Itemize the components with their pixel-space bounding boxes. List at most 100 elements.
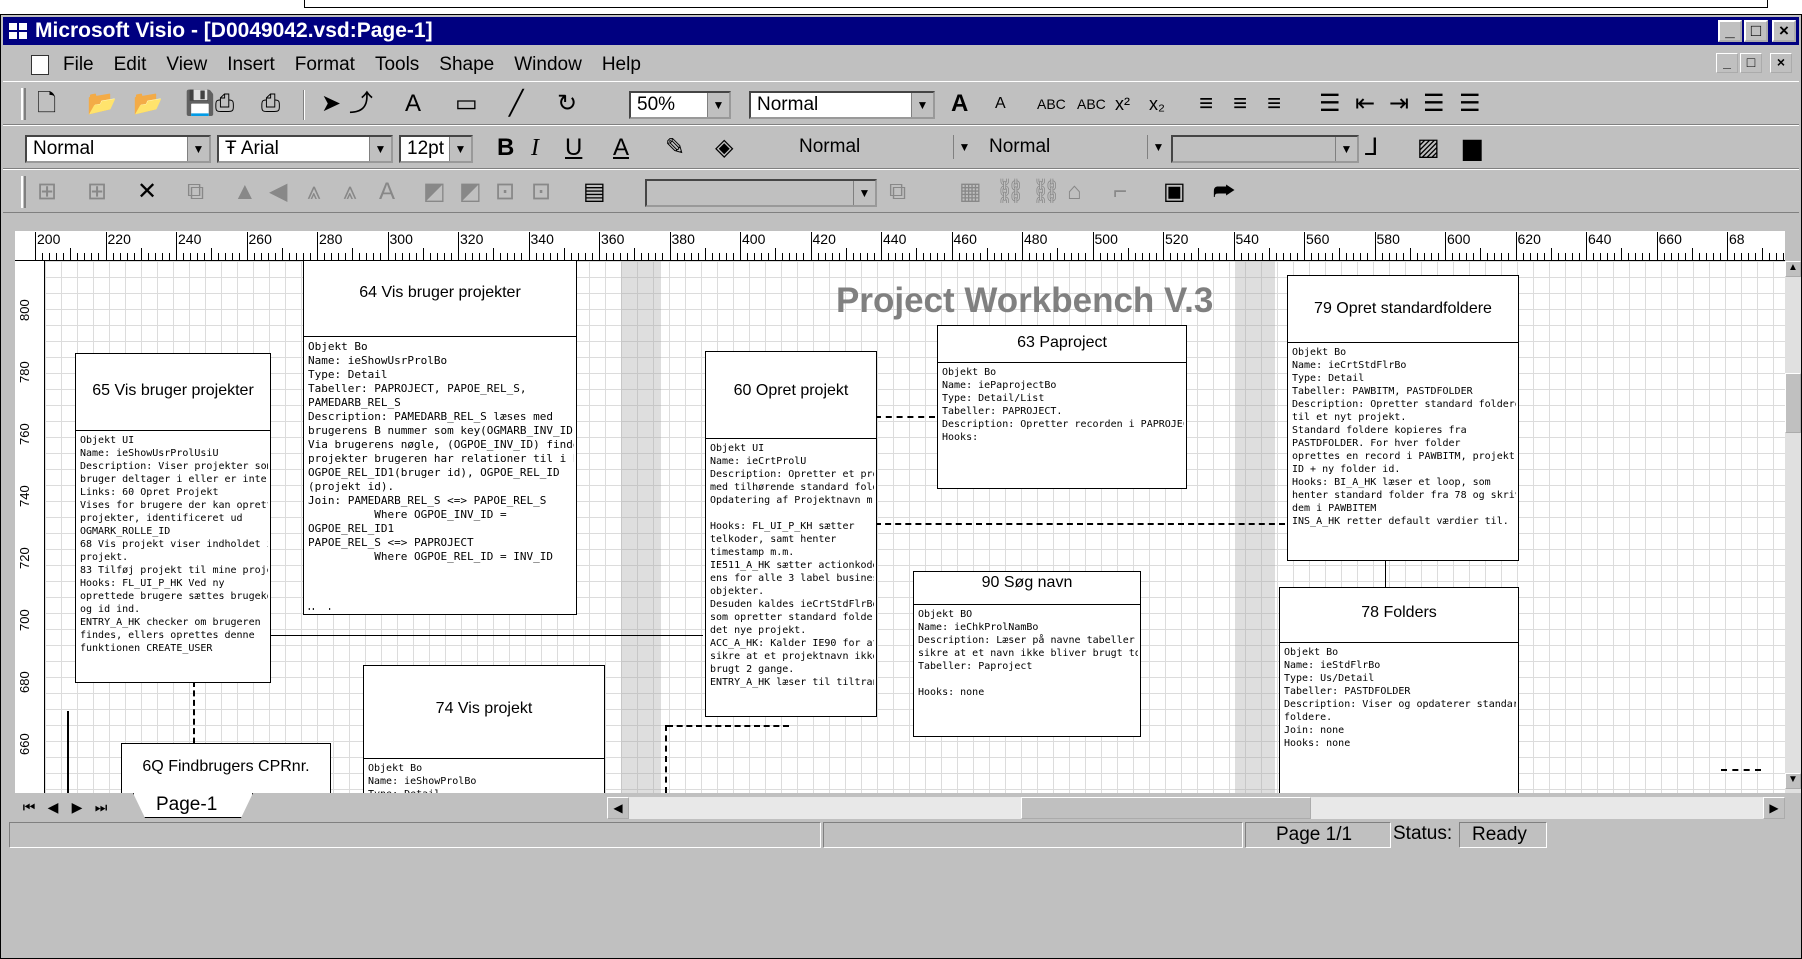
line-color-icon[interactable]: ✎ — [665, 135, 685, 161]
maximize-button[interactable]: □ — [1744, 20, 1768, 42]
box-65-vis-bruger-projekter[interactable]: 65 Vis bruger projekter Objekt UI Name: … — [75, 353, 271, 683]
page-icon[interactable]: ▣ — [1163, 179, 1186, 205]
increase-indent-icon[interactable]: ⇥ — [1389, 91, 1409, 117]
hscroll-thumb[interactable] — [1021, 797, 1311, 819]
box-6q-findbrugers-cprnr[interactable]: 6Q Findbrugers CPRnr. — [121, 743, 331, 793]
toolbar-grip[interactable] — [21, 88, 26, 120]
line-ends-icon[interactable]: ⅃ — [1365, 135, 1378, 161]
fill-color-icon[interactable]: ◈ — [715, 135, 733, 161]
zoom-select[interactable]: 50% ▼ — [629, 91, 731, 119]
align-top-icon[interactable]: ≡ — [1199, 91, 1213, 117]
layout-icon[interactable]: ⧉ — [187, 179, 204, 205]
macro-icon[interactable]: ⛓ — [1031, 179, 1061, 205]
rotate-right-icon[interactable]: ◀ — [269, 179, 287, 205]
box-79-opret-standardfoldere[interactable]: 79 Opret standardfoldere Objekt Bo Name:… — [1287, 275, 1519, 561]
connector-icon[interactable]: ⤴ — [349, 91, 373, 117]
line-icon[interactable]: ╱ — [509, 91, 523, 117]
rotate-icon[interactable]: ↻ — [557, 91, 577, 117]
bring-front-icon[interactable]: ◩ — [423, 179, 446, 205]
new-icon[interactable]: 🗋 — [37, 91, 56, 117]
scroll-up-icon[interactable]: ▲ — [1785, 261, 1801, 277]
properties-icon[interactable]: ▤ — [583, 179, 606, 205]
bold-icon[interactable]: B — [497, 135, 514, 161]
text-style-select[interactable]: Normal ▼ — [25, 135, 211, 163]
increase-font-icon[interactable]: A — [951, 91, 968, 117]
scroll-thumb[interactable] — [1785, 373, 1801, 433]
box-64-vis-bruger-projekter[interactable]: 64 Vis bruger projekter Objekt Bo Name: … — [303, 261, 577, 615]
group-icon[interactable]: ⊡ — [495, 179, 515, 205]
line-spacing-icon[interactable]: ☰ — [1459, 91, 1481, 117]
distribute-icon[interactable]: ⊞ — [87, 179, 107, 205]
flip-vertical-icon[interactable]: ⩓ — [343, 179, 357, 205]
font-color-icon[interactable]: A — [613, 135, 629, 161]
scroll-down-icon[interactable]: ▼ — [1785, 773, 1801, 789]
subscript-icon[interactable]: x₂ — [1149, 91, 1165, 117]
tab-page-1[interactable]: Page-1 — [133, 793, 253, 818]
menu-file[interactable]: File — [63, 54, 94, 76]
align-bottom-icon[interactable]: ≡ — [1267, 91, 1281, 117]
report-icon[interactable]: ▦ — [959, 179, 982, 205]
connect-shapes-icon[interactable]: ✕ — [137, 179, 157, 205]
stencil-icon[interactable]: 📂 — [133, 91, 163, 117]
rotate-left-icon[interactable]: ▲ — [233, 179, 257, 205]
goto-icon[interactable]: ⮫ — [1213, 179, 1235, 205]
box-63-paproject[interactable]: 63 Paproject Objekt Bo Name: iePaproject… — [937, 325, 1187, 489]
small-caps-icon[interactable]: ABC — [1077, 91, 1106, 117]
layer-select[interactable]: ▼ — [645, 179, 877, 207]
scroll-left-icon[interactable]: ◀ — [607, 797, 629, 819]
text-rotate-icon[interactable]: A — [379, 179, 395, 205]
send-back-icon[interactable]: ◩ — [459, 179, 482, 205]
line-jump-icon[interactable]: ⌐ — [1113, 179, 1127, 205]
layer-properties-icon[interactable]: ⧉ — [889, 179, 906, 205]
underline-icon[interactable]: U — [565, 135, 582, 161]
italic-icon[interactable]: I — [531, 135, 539, 161]
doc-restore-button[interactable]: □ — [1740, 53, 1762, 73]
horizontal-scrollbar[interactable]: ◀ ▶ — [607, 797, 1785, 819]
link-icon[interactable]: ⛓ — [995, 179, 1025, 205]
spacing-icon[interactable]: ☰ — [1423, 91, 1445, 117]
align-shapes-icon[interactable]: ⊞ — [37, 179, 57, 205]
menu-tools[interactable]: Tools — [375, 54, 419, 76]
rectangle-icon[interactable]: ▭ — [455, 91, 478, 117]
save-icon[interactable]: 💾 — [185, 91, 215, 117]
menu-view[interactable]: View — [166, 54, 207, 76]
pointer-icon[interactable]: ➤ — [321, 91, 341, 117]
flip-horizontal-icon[interactable]: ⩓ — [307, 179, 321, 205]
shadow-icon[interactable]: ▆ — [1463, 135, 1481, 161]
box-90-sog-navn[interactable]: 90 Søg navn Objekt BO Name: ieChkProlNam… — [913, 571, 1141, 737]
ungroup-icon[interactable]: ⊡ — [531, 179, 551, 205]
stamp-icon[interactable]: ⌂ — [1067, 179, 1082, 205]
menu-help[interactable]: Help — [602, 54, 641, 76]
doc-minimize-button[interactable]: _ — [1716, 53, 1738, 73]
vertical-scrollbar[interactable]: ▲ ▼ — [1785, 261, 1801, 793]
minimize-button[interactable]: _ — [1718, 20, 1742, 42]
menu-shape[interactable]: Shape — [439, 54, 494, 76]
drawing-canvas[interactable]: Project Workbench V.3 64 Vis bruger proj… — [45, 261, 1785, 793]
style-select[interactable]: Normal ▼ — [749, 91, 935, 119]
text-tool-icon[interactable]: A — [405, 91, 421, 117]
menu-edit[interactable]: Edit — [114, 54, 147, 76]
font-size-select[interactable]: 12pt ▼ — [399, 135, 473, 163]
toolbar-grip[interactable] — [21, 176, 26, 208]
document-icon[interactable] — [31, 55, 49, 75]
box-74-vis-projekt[interactable]: 74 Vis projekt Objekt Bo Name: ieShowPro… — [363, 665, 605, 793]
menu-insert[interactable]: Insert — [227, 54, 275, 76]
close-button[interactable]: × — [1772, 20, 1796, 42]
next-page-icon[interactable]: ▶ — [67, 797, 87, 817]
bullets-icon[interactable]: ☰ — [1319, 91, 1341, 117]
prev-page-icon[interactable]: ◀ — [43, 797, 63, 817]
box-60-opret-projekt[interactable]: 60 Opret projekt Objekt UI Name: ieCrtPr… — [705, 351, 877, 717]
font-select[interactable]: Ŧ Arial ▼ — [217, 135, 393, 163]
decrease-indent-icon[interactable]: ⇤ — [1355, 91, 1375, 117]
first-page-icon[interactable]: ⏮ — [19, 797, 39, 817]
shadow-pattern-select[interactable]: ▼ — [1171, 135, 1359, 163]
print-icon[interactable]: ⎙ — [261, 91, 280, 117]
superscript-icon[interactable]: x² — [1115, 91, 1130, 117]
open-icon[interactable]: 📂 — [87, 91, 117, 117]
menu-window[interactable]: Window — [514, 54, 582, 76]
last-page-icon[interactable]: ⏭ — [91, 797, 111, 817]
strikethrough-icon[interactable]: ABC — [1037, 91, 1066, 117]
box-78-folders[interactable]: 78 Folders Objekt Bo Name: ieStdFlrBo Ty… — [1279, 587, 1519, 793]
align-middle-icon[interactable]: ≡ — [1233, 91, 1247, 117]
decrease-font-icon[interactable]: A — [995, 91, 1006, 117]
